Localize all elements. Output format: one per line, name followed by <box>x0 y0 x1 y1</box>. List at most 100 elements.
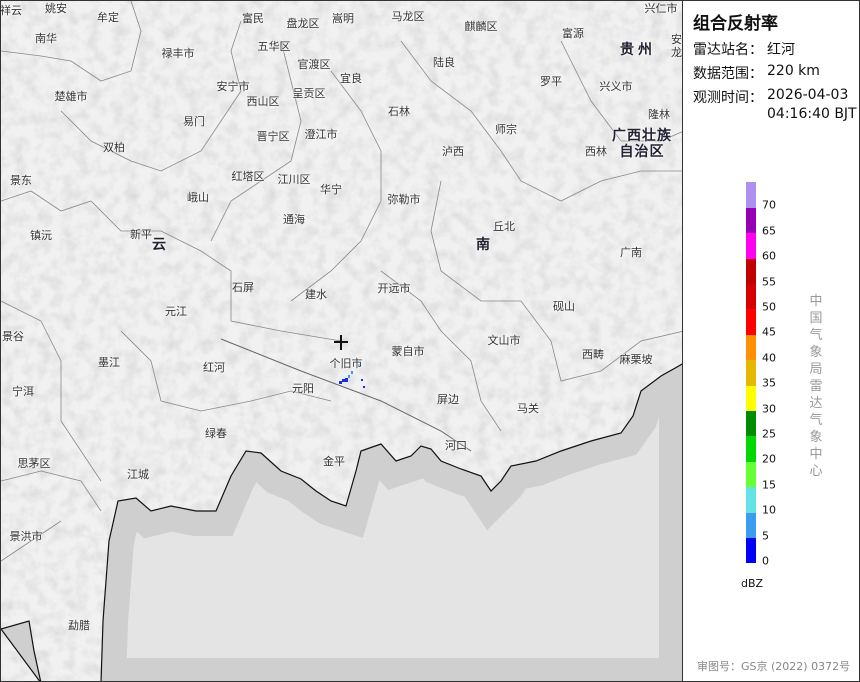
legend-swatch <box>746 486 756 513</box>
legend-tick-label: 40 <box>762 351 776 365</box>
range-label: 数据范围： <box>693 66 763 82</box>
legend-swatch <box>746 207 756 234</box>
map-label: 红塔区 <box>231 170 265 183</box>
map-label: 西山区 <box>246 95 280 108</box>
map-label: 砚山 <box>553 300 575 313</box>
map-label: 晋宁区 <box>256 130 290 143</box>
map-label: 新平 <box>130 228 152 241</box>
legend-tick-label: 70 <box>762 198 776 212</box>
product-title: 组合反射率 <box>693 14 778 34</box>
map-label: 祥云 <box>0 4 22 17</box>
map-label: 墨江 <box>98 356 120 369</box>
map-label: 景谷 <box>2 330 24 343</box>
map-label: 镇沅 <box>30 229 52 242</box>
map-label: 屏边 <box>437 393 459 406</box>
legend-swatch <box>746 182 756 208</box>
map-label: 陆良 <box>433 56 455 69</box>
legend-tick-label: 30 <box>762 402 776 416</box>
map-label: 个旧市 <box>329 357 363 370</box>
map-label: 元江 <box>165 305 187 318</box>
time-row: 观测时间： 2026-04-03 04:16:40 BJT <box>693 87 857 122</box>
map-label: 通海 <box>283 213 305 226</box>
map-label: 盘龙区 <box>286 17 320 30</box>
map-label: 兴仁市 <box>644 2 678 15</box>
map-label: 建水 <box>305 288 327 301</box>
map-label: 兴义市 <box>599 80 633 93</box>
map-label: 思茅区 <box>17 457 51 470</box>
legend-swatch <box>746 334 756 361</box>
map-label: 景洪市 <box>9 530 43 543</box>
map-label: 江川区 <box>277 173 311 186</box>
map-label: 安宁市 <box>216 80 250 93</box>
legend-tick-label: 35 <box>762 376 776 390</box>
legend-tick-label: 20 <box>762 452 776 466</box>
map-label: 勐腊 <box>68 619 90 632</box>
province-label: 南 <box>476 237 494 253</box>
legend-tick-label: 45 <box>762 325 776 339</box>
station-label: 雷达站名： <box>693 42 763 58</box>
map-label: 丘北 <box>493 220 515 233</box>
station-row: 雷达站名： 红河 <box>693 39 795 59</box>
legend-swatch <box>746 258 756 285</box>
map-label: 红河 <box>203 361 225 374</box>
map-label: 峨山 <box>187 191 209 204</box>
range-row: 数据范围： 220 km <box>693 63 820 83</box>
radar-map[interactable]: 祥云 姚安 牟定 南华 禄丰市 富民 盘龙区 嵩明 马龙区 麒麟区 富源 兴仁市… <box>0 0 683 682</box>
map-label: 文山市 <box>487 334 521 347</box>
map-label: 师宗 <box>495 123 517 136</box>
map-label: 富民 <box>242 12 264 25</box>
map-label: 蒙自市 <box>391 345 425 358</box>
legend-tick-label: 50 <box>762 300 776 314</box>
map-label: 泸西 <box>442 145 464 158</box>
map-label: 楚雄市 <box>54 90 88 103</box>
date-value: 2026-04-03 <box>767 87 849 103</box>
map-label: 西林 <box>585 145 607 158</box>
map-label: 禄丰市 <box>161 47 195 60</box>
map-label: 官渡区 <box>297 58 331 71</box>
organization-label: 中国气象局雷达气象中心 <box>809 294 823 479</box>
map-label: 景东 <box>10 174 32 187</box>
map-label: 马关 <box>517 402 539 415</box>
map-label: 牟定 <box>97 11 119 24</box>
legend-tick-label: 15 <box>762 478 776 492</box>
map-label: 华宁 <box>320 183 342 196</box>
map-label: 绿春 <box>205 427 227 440</box>
legend-swatch <box>746 436 756 462</box>
province-label: 贵州 <box>620 42 656 58</box>
map-label: 呈贡区 <box>292 87 326 100</box>
map-label: 隆林 <box>648 108 670 121</box>
map-label: 麒麟区 <box>464 20 498 33</box>
time-value: 04:16:40 BJT <box>767 106 857 122</box>
map-label: 嵩明 <box>332 12 354 25</box>
map-label: 五华区 <box>257 40 291 53</box>
legend-swatch <box>746 461 756 488</box>
range-value: 220 km <box>767 63 820 79</box>
legend-tick-label: 10 <box>762 503 776 517</box>
map-label: 麻栗坡 <box>619 353 653 366</box>
legend-unit: dBZ <box>741 577 764 590</box>
legend-tick-label: 0 <box>762 554 769 568</box>
map-label: 金平 <box>323 455 345 468</box>
station-value: 红河 <box>767 42 795 58</box>
map-label: 河口 <box>445 439 467 452</box>
time-label: 观测时间： <box>693 90 763 106</box>
map-label: 宁洱 <box>12 385 34 398</box>
map-label: 罗平 <box>540 75 562 88</box>
map-label: 石屏 <box>232 281 254 294</box>
legend-swatch <box>746 309 756 335</box>
map-label: 弥勒市 <box>387 193 421 206</box>
legend-swatch <box>746 537 756 564</box>
map-label: 石林 <box>388 105 410 118</box>
legend-swatch <box>746 283 756 310</box>
map-label: 元阳 <box>292 382 314 395</box>
map-label: 开远市 <box>377 282 411 295</box>
legend-swatch <box>746 385 756 412</box>
map-label: 江城 <box>127 468 149 481</box>
legend-tick-label: 5 <box>762 529 769 543</box>
map-label: 马龙区 <box>391 10 425 23</box>
legend-tick-label: 60 <box>762 249 776 263</box>
map-base <box>1 1 682 681</box>
legend-tick-label: 55 <box>762 275 776 289</box>
map-label: 易门 <box>183 115 205 128</box>
map-label: 富源 <box>562 27 584 40</box>
